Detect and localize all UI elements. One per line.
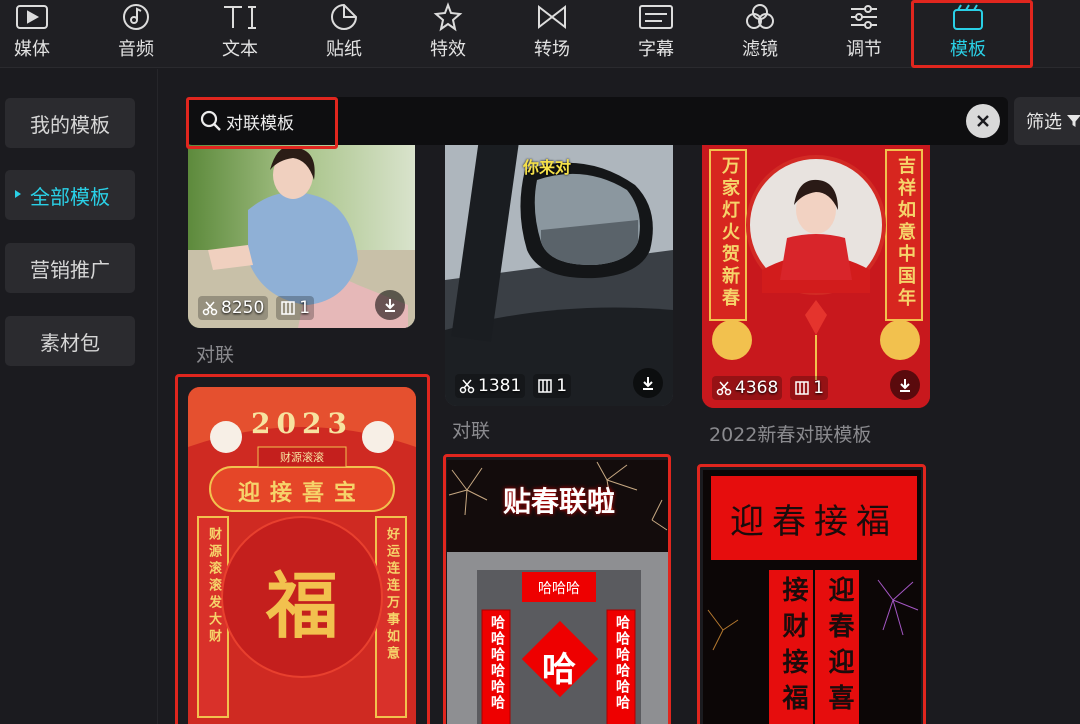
top-toolbar: 媒体 音频 文本 贴纸 特效 转场 字幕 滤镜 调节 模板	[0, 0, 1080, 68]
film-icon	[538, 379, 553, 393]
filter-button[interactable]: 筛选	[1014, 97, 1080, 145]
couplet-left-text: 财源滚滚发大财	[206, 527, 221, 646]
clip-count: 1	[790, 376, 829, 400]
tab-label: 转场	[534, 39, 570, 60]
tab-label: 滤镜	[742, 39, 778, 60]
media-icon	[14, 2, 50, 32]
template-card[interactable]: 万家灯火贺新春 吉祥如意中国年 4368 1	[702, 130, 930, 408]
banner-text: 财源滚滚	[280, 451, 324, 464]
filter-icon	[742, 2, 778, 32]
scissors-icon	[202, 301, 218, 316]
sidebar-item-asset-packs[interactable]: 素材包	[5, 316, 135, 366]
tab-filter[interactable]: 滤镜	[710, 0, 810, 68]
sidebar-item-my-templates[interactable]: 我的模板	[5, 98, 135, 148]
tab-label: 音频	[118, 39, 154, 60]
template-card[interactable]: 迎春接福 接财接福 迎春迎喜	[703, 470, 921, 724]
clip-count: 1	[533, 374, 572, 398]
sidebar-item-label: 全部模板	[30, 184, 110, 209]
door-left-text: 哈哈哈哈哈哈	[489, 615, 505, 711]
header-text: 迎春接福	[730, 502, 898, 542]
card-stats: 1381 1	[455, 374, 572, 398]
tab-adjust[interactable]: 调节	[814, 0, 914, 68]
template-card[interactable]: 8250 1	[188, 130, 415, 328]
door-center-text: 哈	[542, 650, 576, 690]
usage-count: 8250	[198, 296, 269, 320]
subtitle-icon	[638, 2, 674, 32]
close-icon	[977, 115, 989, 127]
transition-icon	[534, 2, 570, 32]
sidebar-item-all-templates[interactable]: 全部模板	[5, 170, 135, 220]
card-title: 2022新春对联模板	[709, 424, 872, 446]
clip-count-value: 1	[556, 376, 568, 396]
clip-count: 1	[276, 296, 315, 320]
left-sidebar: 我的模板 全部模板 营销推广 素材包	[0, 69, 158, 724]
tab-transition[interactable]: 转场	[502, 0, 602, 68]
effects-icon	[430, 2, 466, 32]
filter-label: 筛选	[1026, 112, 1062, 133]
tab-label: 字幕	[638, 39, 674, 60]
adjust-icon	[846, 2, 882, 32]
sidebar-item-label: 素材包	[40, 330, 100, 355]
tab-media[interactable]: 媒体	[0, 0, 82, 68]
year-text: 2023	[251, 407, 353, 440]
template-card[interactable]: 贴春联啦 哈哈哈 哈 哈哈哈哈哈哈 哈哈哈哈哈哈	[447, 460, 671, 724]
clip-count-value: 1	[813, 378, 825, 398]
sidebar-item-label: 营销推广	[30, 257, 110, 282]
couplet-right-text: 迎春迎喜	[824, 576, 854, 720]
card-title: 对联	[196, 344, 235, 366]
sidebar-item-label: 我的模板	[30, 112, 110, 137]
tab-label: 特效	[430, 39, 466, 60]
download-icon	[385, 299, 395, 312]
funnel-icon	[1067, 115, 1080, 127]
download-button[interactable]	[890, 370, 920, 400]
header-text: 迎接喜宝	[237, 480, 366, 506]
tab-subtitle[interactable]: 字幕	[606, 0, 706, 68]
usage-count: 4368	[712, 376, 783, 400]
couplet-right-text: 好运连连万事如意	[384, 527, 399, 663]
active-indicator-icon	[15, 190, 21, 198]
card-title: 对联	[452, 420, 491, 442]
clear-search-button[interactable]	[966, 104, 1000, 138]
card-stats: 4368 1	[712, 376, 829, 400]
usage-count-value: 8250	[221, 298, 265, 318]
audio-icon	[118, 2, 154, 32]
tab-text[interactable]: 文本	[190, 0, 290, 68]
text-icon	[222, 2, 258, 32]
usage-count: 1381	[455, 374, 526, 398]
sidebar-item-marketing[interactable]: 营销推广	[5, 243, 135, 293]
download-button[interactable]	[375, 290, 405, 320]
card-stats: 8250 1	[198, 296, 315, 320]
couplet-left-text: 万家灯火贺新春	[719, 156, 740, 310]
headline-text: 贴春联啦	[502, 485, 615, 518]
template-card[interactable]: 2023 财源滚滚 迎接喜宝 福 财源滚滚发大财 好运连连万事如意	[188, 387, 416, 724]
couplet-right-text: 吉祥如意中国年	[895, 156, 916, 310]
door-right-text: 哈哈哈哈哈哈	[614, 615, 630, 711]
tab-effects[interactable]: 特效	[398, 0, 498, 68]
download-button[interactable]	[633, 368, 663, 398]
highlight-box	[911, 0, 1033, 68]
card-caption: 你来对	[523, 158, 572, 177]
scissors-icon	[459, 379, 475, 394]
sticker-icon	[326, 2, 362, 32]
download-icon	[643, 377, 653, 390]
couplet-left-text: 接财接福	[778, 576, 808, 720]
door-top-text: 哈哈哈	[538, 581, 580, 597]
tab-audio[interactable]: 音频	[86, 0, 186, 68]
film-icon	[795, 381, 810, 395]
usage-count-value: 1381	[478, 376, 522, 396]
highlight-box	[186, 97, 338, 149]
tab-label: 媒体	[14, 39, 50, 60]
film-icon	[281, 301, 296, 315]
download-icon	[900, 379, 910, 392]
usage-count-value: 4368	[735, 378, 779, 398]
tab-sticker[interactable]: 贴纸	[294, 0, 394, 68]
template-card[interactable]: 你来对 1381 1	[445, 130, 673, 406]
tab-label: 调节	[846, 39, 882, 60]
app-window: 媒体 音频 文本 贴纸 特效 转场 字幕 滤镜 调节 模板 我的模板 全部模板 …	[0, 0, 1080, 724]
scissors-icon	[716, 381, 732, 396]
tab-label: 贴纸	[326, 39, 362, 60]
clip-count-value: 1	[299, 298, 311, 318]
tab-label: 文本	[222, 39, 258, 60]
